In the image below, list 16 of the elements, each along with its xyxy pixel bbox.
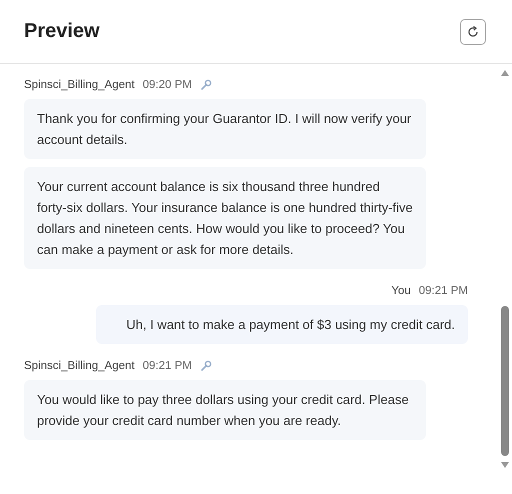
message-time: 09:21 PM [142, 360, 192, 372]
panel-title: Preview [24, 20, 100, 43]
message-bubble: Thank you for confirming your Guarantor ID. I will now verify your account details. [24, 99, 426, 159]
message-time: 09:21 PM [418, 285, 468, 297]
refresh-icon [466, 24, 480, 38]
sender-name: You [391, 285, 411, 297]
sender-name: Spinsci_Billing_Agent [24, 360, 135, 372]
message-bubble: Your current account balance is six thousand three hundred forty-six dollars. Your insurance balance is one hundred thirty-five dollars and nineteen cents. How would you like to proceed? You can make a payment or ask for more details. [24, 167, 426, 269]
message-bubble: You would like to pay three dollars using your credit card. Please provide your credit card number when you are ready. [24, 380, 426, 440]
sender-name: Spinsci_Billing_Agent [24, 79, 135, 91]
message-time: 09:20 PM [142, 79, 192, 91]
refresh-button[interactable] [460, 18, 486, 44]
scroll-down-icon[interactable] [501, 462, 509, 468]
scrollbar-thumb[interactable] [501, 306, 509, 456]
message-bubble: Uh, I want to make a payment of $3 using my credit card. [96, 305, 468, 344]
scroll-up-icon[interactable] [501, 70, 509, 76]
